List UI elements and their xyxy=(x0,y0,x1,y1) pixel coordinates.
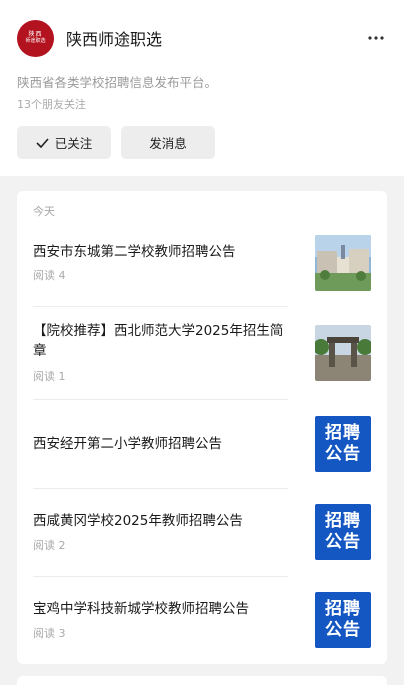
recruit-badge-icon: 招聘 公告 xyxy=(315,416,371,472)
badge-text-top: 招聘 xyxy=(325,423,361,443)
account-header-panel: 陕西 师途职选 陕西师途职选 陕西省各类学校招聘信息发布平台。 13个朋友关注 … xyxy=(0,0,404,176)
avatar-text-line1: 陕西 xyxy=(28,31,43,38)
badge-text-top: 招聘 xyxy=(325,599,361,619)
more-options-button[interactable] xyxy=(364,26,388,50)
article-title: 宝鸡中学科技新城学校教师招聘公告 xyxy=(33,601,249,617)
account-avatar[interactable]: 陕西 师途职选 xyxy=(17,19,54,57)
article-item[interactable]: 西安经开第二小学教师招聘公告 招聘 公告 xyxy=(33,416,371,472)
next-card-edge xyxy=(17,676,387,685)
article-item[interactable]: 宝鸡中学科技新城学校教师招聘公告 阅读 3 招聘 公告 xyxy=(33,592,371,648)
recruit-badge-icon: 招聘 公告 xyxy=(315,592,371,648)
followed-button-label: 已关注 xyxy=(54,136,93,151)
followed-button[interactable]: 已关注 xyxy=(17,126,111,159)
more-dots-icon xyxy=(368,36,384,40)
campus-photo-icon xyxy=(315,235,371,291)
article-item[interactable]: 【院校推荐】西北师范大学2025年招生简章 阅读 1 xyxy=(33,323,371,383)
item-divider xyxy=(33,306,288,307)
article-title: 【院校推荐】西北师范大学2025年招生简章 xyxy=(33,323,284,359)
send-message-button-label: 发消息 xyxy=(149,136,187,151)
item-divider xyxy=(33,576,288,577)
article-feed-card: 今天 西安市东城第二学校教师招聘公告 阅读 4 【院校推荐】西北师范大学2025… xyxy=(17,191,387,664)
account-name[interactable]: 陕西师途职选 xyxy=(66,26,162,50)
item-divider xyxy=(33,488,288,489)
badge-text-bottom: 公告 xyxy=(325,620,361,640)
article-read-count: 阅读 1 xyxy=(33,370,66,383)
friends-following-count[interactable]: 13个朋友关注 xyxy=(17,96,86,112)
badge-text-bottom: 公告 xyxy=(325,532,361,552)
article-title: 西安经开第二小学教师招聘公告 xyxy=(33,436,222,452)
badge-text-top: 招聘 xyxy=(325,511,361,531)
badge-text-bottom: 公告 xyxy=(325,444,361,464)
gate-photo-icon xyxy=(315,325,371,381)
recruit-badge-icon: 招聘 公告 xyxy=(315,504,371,560)
item-divider xyxy=(33,399,288,400)
article-read-count: 阅读 3 xyxy=(33,627,66,640)
feed-date-label: 今天 xyxy=(33,205,55,218)
send-message-button[interactable]: 发消息 xyxy=(121,126,215,159)
article-item[interactable]: 西安市东城第二学校教师招聘公告 阅读 4 xyxy=(33,235,371,291)
article-title: 西安市东城第二学校教师招聘公告 xyxy=(33,244,236,260)
article-title: 西咸黄冈学校2025年教师招聘公告 xyxy=(33,513,243,529)
article-thumbnail-gate xyxy=(315,325,371,381)
account-header: 陕西 师途职选 陕西师途职选 xyxy=(17,19,388,57)
account-description: 陕西省各类学校招聘信息发布平台。 xyxy=(17,75,218,90)
avatar-text-line2: 师途职选 xyxy=(25,38,46,44)
article-read-count: 阅读 2 xyxy=(33,539,66,552)
checkmark-icon xyxy=(36,137,49,148)
article-read-count: 阅读 4 xyxy=(33,269,66,282)
article-item[interactable]: 西咸黄冈学校2025年教师招聘公告 阅读 2 招聘 公告 xyxy=(33,504,371,560)
article-thumbnail-campus xyxy=(315,235,371,291)
